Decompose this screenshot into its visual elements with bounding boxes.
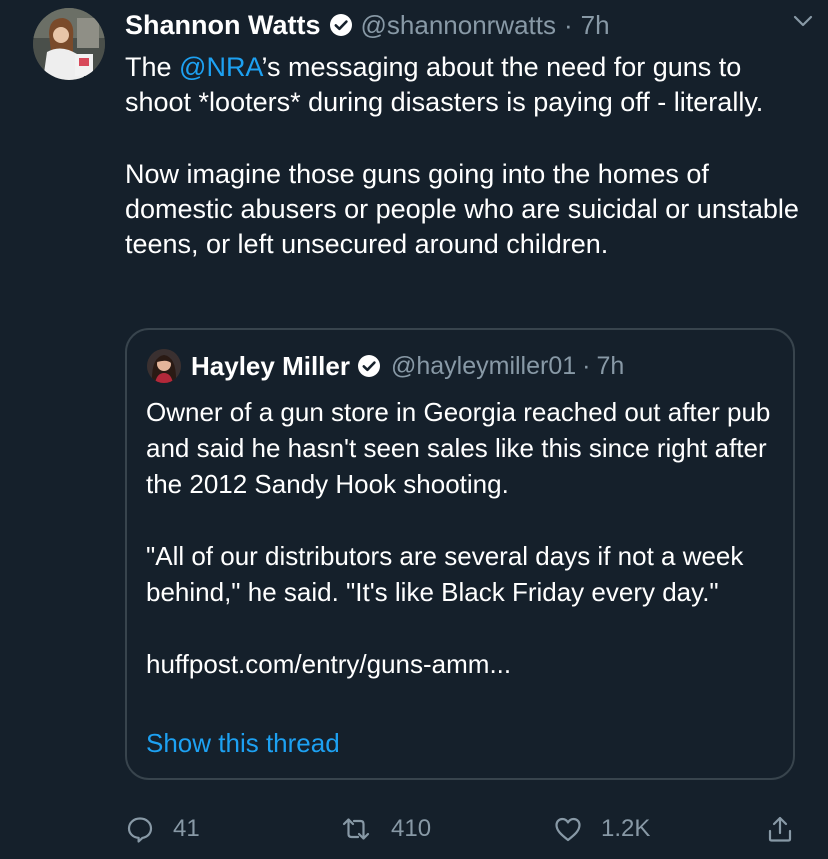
reply-icon	[127, 817, 153, 843]
quoted-tweet[interactable]: Hayley Miller @hayleymiller01 · 7h Owner…	[125, 328, 795, 780]
quoted-link[interactable]: huffpost.com/entry/guns-amm...	[146, 646, 786, 682]
quoted-header: Hayley Miller @hayleymiller01 · 7h	[191, 348, 624, 384]
tweet-body: The @NRA’s messaging about the need for …	[125, 50, 805, 262]
retweet-count: 410	[391, 815, 432, 842]
reply-button[interactable]: 41	[125, 806, 200, 852]
quoted-tweet-time[interactable]: 7h	[596, 352, 624, 381]
quoted-paragraph-2: "All of our distributors are several day…	[146, 541, 744, 607]
text-segment: The	[125, 52, 180, 82]
quoted-paragraph-1: Owner of a gun store in Georgia reached …	[146, 397, 771, 499]
show-thread-link[interactable]: Show this thread	[146, 728, 340, 759]
tweet-paragraph-2: Now imagine those guns going into the ho…	[125, 159, 799, 259]
like-button[interactable]: 1.2K	[553, 806, 650, 852]
author-handle[interactable]: @shannonrwatts	[361, 10, 557, 41]
mention-link[interactable]: @NRA	[179, 52, 261, 82]
author-avatar[interactable]	[33, 8, 105, 80]
quoted-author-handle[interactable]: @hayleymiller01	[391, 352, 576, 381]
action-bar: 41 410 1.2K	[125, 806, 815, 852]
share-button[interactable]	[765, 806, 795, 852]
tweet-paragraph-1: The @NRA’s messaging about the need for …	[125, 50, 805, 120]
share-icon	[768, 816, 792, 842]
tweet-header: Shannon Watts @shannonrwatts · 7h	[125, 7, 808, 43]
tweet-time[interactable]: 7h	[581, 10, 610, 41]
author-name[interactable]: Shannon Watts	[125, 10, 321, 41]
separator-dot: ·	[582, 351, 591, 380]
reply-count: 41	[173, 815, 200, 842]
like-count: 1.2K	[601, 815, 651, 842]
verified-badge-icon	[329, 14, 352, 36]
like-icon	[555, 817, 581, 842]
separator-dot: ·	[564, 9, 573, 40]
quoted-author-name[interactable]: Hayley Miller	[191, 351, 350, 382]
chevron-down-icon[interactable]	[790, 8, 816, 34]
verified-badge-icon	[357, 355, 380, 377]
retweet-button[interactable]: 410	[339, 806, 431, 852]
retweet-icon	[342, 818, 370, 840]
quoted-body: Owner of a gun store in Georgia reached …	[146, 394, 786, 682]
quoted-author-avatar[interactable]	[147, 349, 181, 383]
